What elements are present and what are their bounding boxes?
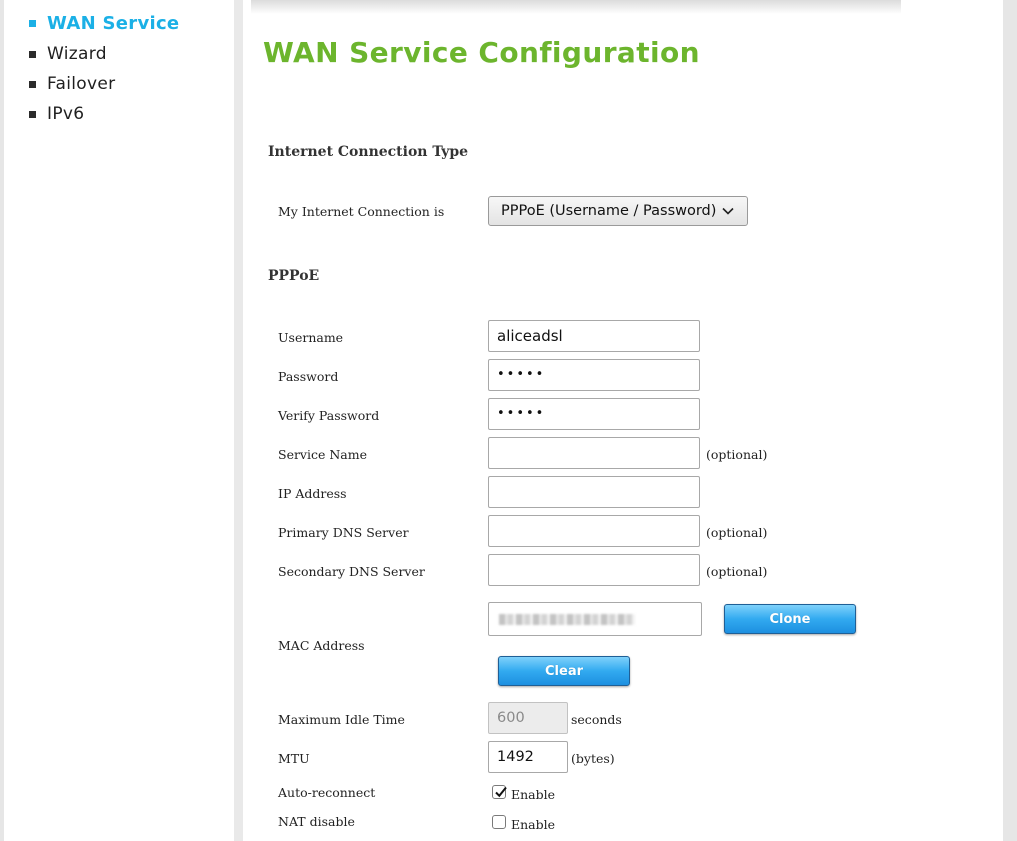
max-idle-time-label: Maximum Idle Time bbox=[278, 712, 405, 727]
password-field[interactable]: ••••• bbox=[488, 359, 700, 391]
max-idle-time-field[interactable]: 600 bbox=[488, 702, 568, 734]
sidebar-item-ipv6[interactable]: IPv6 bbox=[29, 103, 84, 125]
checkmark-icon bbox=[495, 786, 507, 798]
sidebar-item-label: WAN Service bbox=[47, 12, 180, 34]
auto-reconnect-label: Auto-reconnect bbox=[278, 785, 376, 800]
mtu-unit: (bytes) bbox=[571, 751, 615, 766]
nat-disable-enable-label: Enable bbox=[511, 817, 556, 832]
max-idle-time-unit: seconds bbox=[571, 712, 622, 727]
sidebar-item-label: Wizard bbox=[47, 44, 107, 64]
secondary-dns-hint: (optional) bbox=[706, 564, 768, 579]
sidebar-item-wizard[interactable]: Wizard bbox=[29, 43, 107, 65]
chevron-down-icon bbox=[722, 207, 734, 215]
password-label: Password bbox=[278, 369, 339, 384]
service-name-hint: (optional) bbox=[706, 447, 768, 462]
secondary-dns-field[interactable] bbox=[488, 554, 700, 586]
gutter bbox=[234, 0, 243, 841]
bullet-icon bbox=[29, 110, 36, 118]
mac-address-field[interactable] bbox=[488, 602, 702, 636]
blurred-mac-value bbox=[499, 614, 635, 625]
auto-reconnect-checkbox[interactable] bbox=[492, 785, 507, 799]
nat-disable-checkbox[interactable] bbox=[492, 815, 506, 829]
username-label: Username bbox=[278, 330, 344, 345]
connection-type-select[interactable]: PPPoE (Username / Password) bbox=[488, 196, 748, 226]
username-field[interactable]: aliceadsl bbox=[488, 320, 700, 352]
ip-address-label: IP Address bbox=[278, 486, 347, 501]
mtu-field[interactable]: 1492 bbox=[488, 741, 568, 773]
primary-dns-label: Primary DNS Server bbox=[278, 525, 409, 540]
ip-address-field[interactable] bbox=[488, 476, 700, 508]
bullet-icon bbox=[29, 80, 36, 88]
router-admin-page: WAN Service Wizard Failover IPv6 WAN Ser… bbox=[0, 0, 1017, 841]
secondary-dns-label: Secondary DNS Server bbox=[278, 564, 425, 579]
section-title-pppoe: PPPoE bbox=[268, 268, 320, 284]
primary-dns-hint: (optional) bbox=[706, 525, 768, 540]
verify-password-field[interactable]: ••••• bbox=[488, 398, 700, 430]
sidebar-item-failover[interactable]: Failover bbox=[29, 73, 115, 95]
service-name-label: Service Name bbox=[278, 447, 368, 462]
connection-type-value: PPPoE (Username / Password) bbox=[501, 203, 717, 219]
bullet-icon bbox=[29, 19, 36, 27]
main-content: WAN Service Configuration Internet Conne… bbox=[243, 0, 1003, 841]
mtu-label: MTU bbox=[278, 751, 310, 766]
connection-type-label: My Internet Connection is bbox=[278, 204, 445, 219]
auto-reconnect-enable-label: Enable bbox=[511, 787, 556, 802]
sidebar-item-wan-service[interactable]: WAN Service bbox=[29, 12, 179, 34]
mac-address-label: MAC Address bbox=[278, 638, 365, 653]
sidebar-item-label: IPv6 bbox=[47, 104, 85, 124]
top-shadow bbox=[251, 0, 901, 14]
right-edge bbox=[1003, 0, 1017, 841]
sidebar-item-label: Failover bbox=[47, 74, 116, 94]
service-name-field[interactable] bbox=[488, 437, 700, 469]
clear-button[interactable]: Clear bbox=[498, 656, 630, 686]
page-title: WAN Service Configuration bbox=[263, 36, 700, 69]
clone-button[interactable]: Clone bbox=[724, 604, 856, 634]
sidebar: WAN Service Wizard Failover IPv6 bbox=[4, 0, 234, 841]
nat-disable-label: NAT disable bbox=[278, 814, 355, 829]
primary-dns-field[interactable] bbox=[488, 515, 700, 547]
bullet-icon bbox=[29, 50, 36, 58]
section-title-connection-type: Internet Connection Type bbox=[268, 144, 469, 160]
verify-password-label: Verify Password bbox=[278, 408, 380, 423]
